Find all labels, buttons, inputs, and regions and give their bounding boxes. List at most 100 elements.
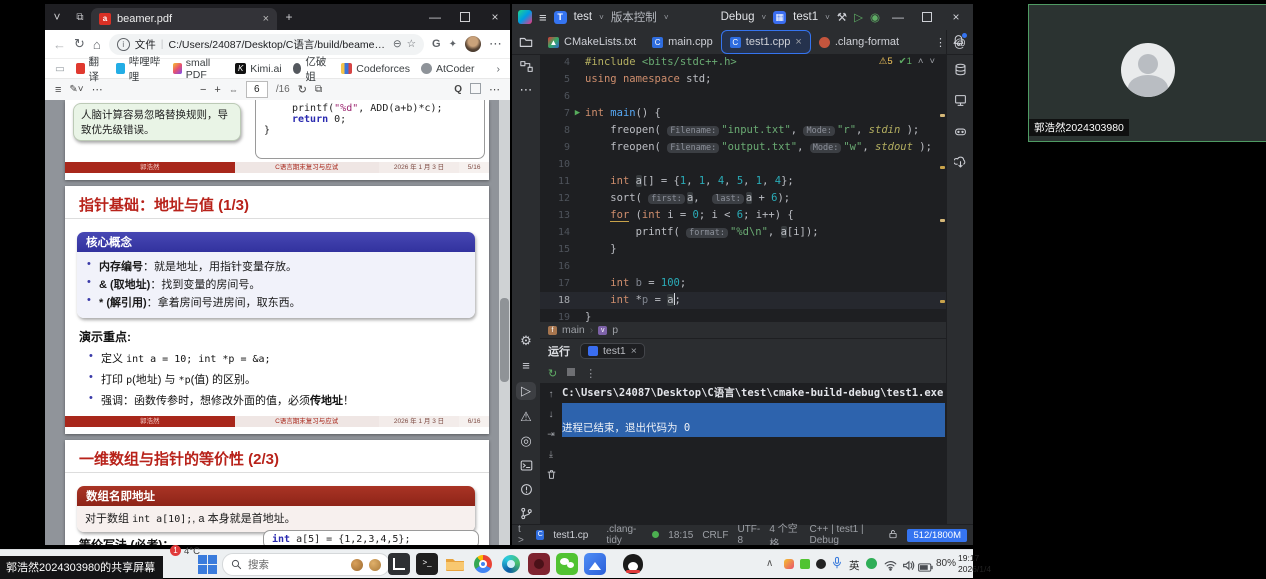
rerun-icon[interactable]: ↻ [548,367,557,380]
run-button-icon[interactable]: ▷ [854,10,863,24]
code-line[interactable]: 18 int *p = a; [540,292,947,309]
tray-clock[interactable]: 19:17 2026/1/4 [958,553,1002,575]
pdf-thumbnails-icon[interactable]: ≡ [55,84,61,96]
tab-main-cpp[interactable]: C main.cpp [644,31,721,53]
stop-icon[interactable] [567,367,575,379]
ide-close-button[interactable]: × [945,4,967,30]
taskbar-snip-app[interactable] [388,553,410,575]
build-tool-icon[interactable]: ⚙ [512,329,540,353]
problems-view-icon[interactable] [512,477,540,501]
bookmark-item[interactable]: small PDF [173,57,224,81]
line-number[interactable]: 9 [540,139,570,156]
tray-mic-icon[interactable] [831,556,843,575]
line-number[interactable]: 7 [540,105,570,122]
browser-tab[interactable]: a beamer.pdf × [91,8,277,30]
favorite-star-icon[interactable]: ☆ [407,38,416,50]
caret-position[interactable]: 18:15 [668,530,693,541]
pdf-page-input[interactable]: 6 [246,81,268,98]
line-number[interactable]: 18 [540,292,570,309]
translate-icon[interactable]: G [432,38,441,50]
run-tab-close-icon[interactable]: × [631,345,637,357]
taskbar-blue-app[interactable] [584,553,606,575]
taskbar-search[interactable]: 搜索 [222,553,390,576]
tab-search-chevron-icon[interactable]: ˅ [45,4,69,30]
code-line[interactable]: 17 int b = 100; [540,275,947,292]
run-config-selector[interactable]: test1 [793,11,818,23]
line-number[interactable]: 19 [540,309,570,322]
pdf-zoom-out-icon[interactable]: − [200,84,206,96]
line-number[interactable]: 10 [540,156,570,173]
code-line[interactable]: 19} [540,309,947,322]
code-editor[interactable]: 4#include <bits/stdc++.h>5using namespac… [540,54,947,322]
clang-tidy-status[interactable]: .clang-tidy [606,524,643,545]
tray-app-icon[interactable] [784,559,794,569]
zoom-out-icon[interactable]: ⊖ [393,38,402,50]
bookmarks-overflow-icon[interactable]: › [497,63,501,75]
pdf-fit-icon[interactable]: ⇔ [229,85,238,95]
next-problem-icon[interactable]: ˅ [929,56,935,67]
extension-icon[interactable]: ✦ [449,39,457,50]
ai-assistant-icon[interactable]: @ [954,36,966,50]
tray-expand-icon[interactable]: ∧ [766,558,773,569]
sidebar-toggle-icon[interactable]: ▭ [55,63,65,75]
run-gutter-icon[interactable]: ▶ [570,105,585,122]
line-ending[interactable]: CRLF [702,530,728,541]
tab-close-icon[interactable]: × [263,13,269,25]
daemon-status-icon[interactable] [652,530,659,541]
run-tab[interactable]: test1 × [580,343,645,359]
browser-maximize-button[interactable] [450,4,480,30]
tray-qq-icon[interactable] [816,559,826,569]
refresh-icon[interactable]: ↻ [74,36,85,52]
project-tool-icon[interactable] [512,30,540,54]
taskbar-wechat[interactable] [556,553,578,575]
run-console[interactable]: C:\Users\24087\Desktop\C语言\test\cmake-bu… [562,385,945,525]
pdf-rotate-icon[interactable]: ↻ [298,83,307,96]
pdf-menu-icon[interactable]: ⋯ [489,83,500,96]
tray-volume-icon[interactable] [902,558,915,576]
pdf-draw-icon[interactable]: ✎˅ [69,84,83,95]
tab-clang-format[interactable]: .clang-format [811,31,907,53]
line-number[interactable]: 13 [540,207,570,224]
git-branch-icon[interactable] [512,501,540,525]
taskbar-red-app[interactable] [528,553,550,575]
code-line[interactable]: 10 [540,156,947,173]
pdf-search-icon[interactable]: Q [454,84,462,95]
run-tool-icon[interactable]: ▷ [512,379,540,403]
workspaces-icon[interactable]: ⧉ [69,4,91,30]
bookmark-item[interactable]: AtCoder [421,63,475,75]
pdf-content-area[interactable]: 人脑计算容易忽略替换规则，导致优先级错误。 printf("%d", ADD(a… [45,100,510,545]
structure-tool-icon[interactable] [512,54,540,78]
code-line[interactable]: 7▶int main() { [540,105,947,122]
new-tab-button[interactable]: + [277,4,301,30]
statusbar-file[interactable]: test1.cp [553,530,588,541]
line-number[interactable]: 5 [540,71,570,88]
pdf-scrollbar[interactable] [499,100,510,545]
code-line[interactable]: 8 freopen( Filename:"input.txt", Mode:"r… [540,122,947,139]
code-line[interactable]: 11 int a[] = {1, 1, 4, 5, 1, 4}; [540,173,947,190]
run-mode-selector[interactable]: Debug [721,11,755,23]
build-hammer-icon[interactable]: ⚒ [837,10,847,24]
statusbar-crumb[interactable]: t > [518,524,527,545]
back-icon[interactable]: ← [53,37,66,52]
code-line[interactable]: 16 [540,258,947,275]
services-tool-icon[interactable]: ◎ [512,429,540,453]
ui-designer-tool-icon[interactable] [954,94,967,112]
profile-avatar[interactable] [465,36,481,52]
ide-minimize-button[interactable]: — [887,4,909,30]
pdf-more-tools-icon[interactable]: ⋯ [92,83,103,96]
todo-tool-icon[interactable]: ≡ [512,353,540,377]
tab-test1-cpp[interactable]: C test1.cpp × [721,30,811,54]
bookmark-item[interactable]: 亿破姐 [293,54,331,84]
line-number[interactable]: 14 [540,224,570,241]
problems-tool-icon[interactable]: ⚠ [512,405,540,429]
pdf-scrollbar-thumb[interactable] [500,298,509,382]
clear-console-icon[interactable] [546,469,557,483]
download-tool-icon[interactable] [954,156,967,174]
device-tool-icon[interactable] [954,125,967,143]
line-number[interactable]: 12 [540,190,570,207]
taskbar-terminal-app[interactable]: >_ [416,553,438,575]
database-tool-icon[interactable] [954,63,967,81]
page-info-icon[interactable]: i [117,38,130,51]
inspections-widget[interactable]: ⚠5 ✔1 ˄ ˅ [879,56,935,67]
memory-indicator[interactable]: 512/1800M [907,529,967,542]
